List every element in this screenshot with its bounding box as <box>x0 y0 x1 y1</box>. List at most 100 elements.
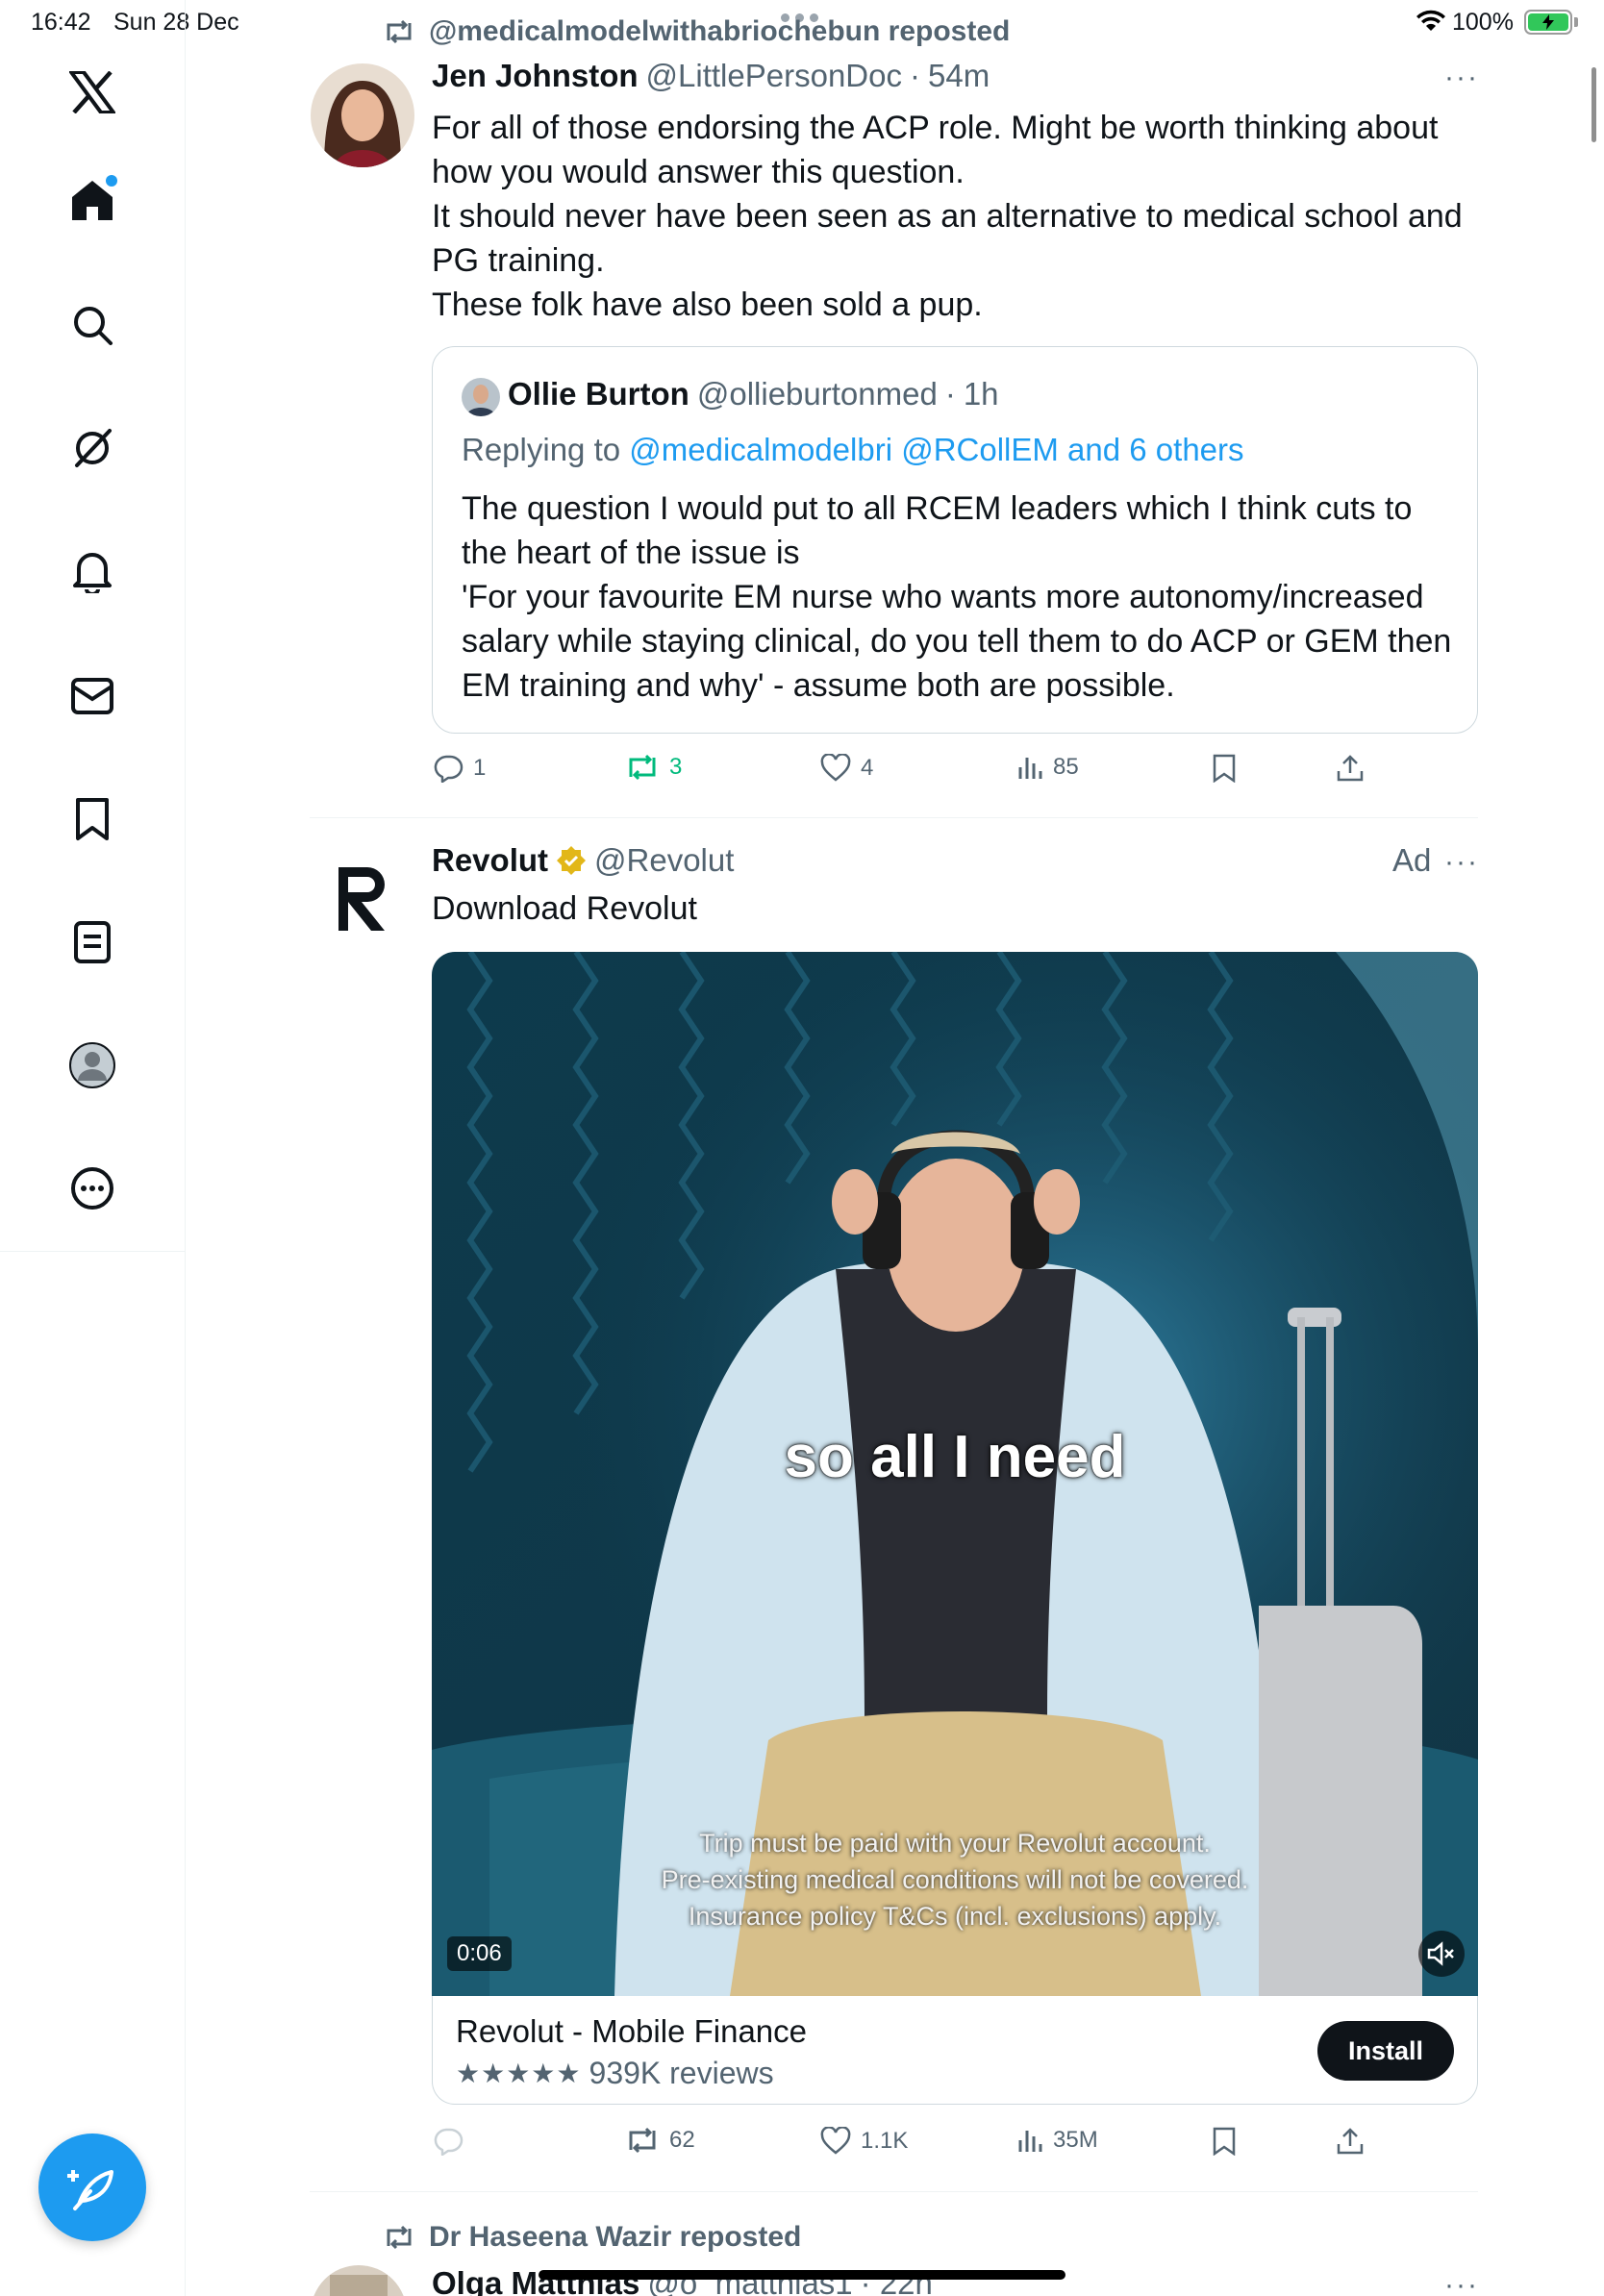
revolut-logo[interactable] <box>335 865 392 933</box>
app-root: 16:42 Sun 28 Dec 100% @medicalmodelwitha… <box>0 0 1604 2296</box>
quote-time: 1h <box>963 376 999 412</box>
sidebar-border <box>185 1252 186 2296</box>
bookmark-icon <box>1213 754 1236 783</box>
x-logo-icon[interactable] <box>58 58 127 127</box>
tweet-time[interactable]: 54m <box>928 58 990 94</box>
more-options-icon[interactable]: ··· <box>1444 846 1479 879</box>
bell-icon[interactable] <box>58 537 127 606</box>
bookmark-button[interactable] <box>1212 754 1237 783</box>
repost-by-text: Dr Haseena Wazir reposted <box>429 2221 802 2253</box>
reply-button[interactable]: 1 <box>433 754 486 783</box>
repost-icon <box>387 19 412 44</box>
quote-text: The question I would put to all RCEM lea… <box>462 487 1462 708</box>
tweet-line: how you would answer this question. <box>432 154 965 190</box>
quote-author-name: Ollie Burton <box>508 376 689 412</box>
repost-count: 3 <box>669 754 683 780</box>
tweet-line: It should never have been seen as an alt… <box>432 198 1463 235</box>
battery-percent: 100% <box>1452 9 1514 36</box>
replying-to: Replying to @medicalmodelbri @RCollEM an… <box>462 432 1244 468</box>
quote-tweet[interactable]: Ollie Burton @ollieburtonmed · 1h Replyi… <box>432 346 1478 734</box>
share-button[interactable] <box>1336 754 1365 783</box>
quote-avatar <box>462 378 500 416</box>
battery-nub <box>1574 17 1578 27</box>
bookmark-icon <box>1213 2127 1236 2156</box>
tweet-line: PG training. <box>432 242 605 279</box>
reply-icon <box>434 2128 464 2156</box>
bookmark-button[interactable] <box>1212 2127 1237 2156</box>
author-name[interactable]: Jen Johnston <box>432 58 639 94</box>
heart-icon <box>820 754 851 782</box>
disclaimer-line: Trip must be paid with your Revolut acco… <box>699 1829 1211 1858</box>
reply-icon <box>434 755 464 783</box>
verified-badge-icon <box>557 846 587 875</box>
share-button[interactable] <box>1336 2127 1365 2156</box>
bookmark-icon[interactable] <box>58 785 127 854</box>
app-title: Revolut - Mobile Finance <box>456 2013 807 2049</box>
replying-prefix: Replying to <box>462 432 630 467</box>
ad-label: Ad <box>1392 842 1432 878</box>
disclaimer-line: Pre-existing medical conditions will not… <box>661 1865 1249 1894</box>
notification-dot <box>106 175 117 187</box>
ad-video[interactable]: so all I need Trip must be paid with you… <box>432 952 1478 1996</box>
reply-count: 1 <box>473 755 487 781</box>
ad-header: Revolut @Revolut <box>432 842 734 879</box>
views-button[interactable]: 35M <box>1016 2127 1098 2154</box>
view-count: 35M <box>1053 2127 1098 2153</box>
avatar[interactable] <box>311 63 414 167</box>
quote-line: the heart of the issue is <box>462 535 800 571</box>
repost-context[interactable]: Dr Haseena Wazir reposted <box>383 2221 801 2254</box>
home-icon[interactable] <box>58 165 127 235</box>
quote-author-handle: @ollieburtonmed <box>696 376 938 412</box>
lists-icon[interactable] <box>58 908 127 977</box>
quote-line: EM training and why' - assume both are p… <box>462 667 1175 704</box>
replying-targets[interactable]: @medicalmodelbri @RCollEM and 6 others <box>629 432 1243 467</box>
app-card[interactable]: Revolut - Mobile Finance ★★★★★ 939K revi… <box>432 1996 1478 2105</box>
home-indicator[interactable] <box>539 2270 1065 2280</box>
repost-count: 62 <box>669 2127 695 2153</box>
review-count: 939K reviews <box>589 2056 774 2090</box>
views-button[interactable]: 85 <box>1016 754 1079 781</box>
repost-icon <box>387 2225 412 2250</box>
ad-author-name[interactable]: Revolut <box>432 842 548 879</box>
ad-text: Download Revolut <box>432 890 697 927</box>
quote-line: salary while staying clinical, do you te… <box>462 623 1452 660</box>
rating-stars: ★★★★★ <box>456 2059 582 2088</box>
search-icon[interactable] <box>58 290 127 360</box>
view-count: 85 <box>1053 754 1079 780</box>
views-icon <box>1018 2131 1042 2152</box>
reply-button[interactable] <box>433 2127 464 2156</box>
like-count: 4 <box>861 755 874 781</box>
wifi-icon <box>1416 10 1445 31</box>
app-rating: ★★★★★ 939K reviews <box>456 2056 774 2091</box>
mail-icon[interactable] <box>58 661 127 731</box>
tweet-divider <box>310 817 1478 818</box>
quote-line: The question I would put to all RCEM lea… <box>462 490 1413 527</box>
scrollbar-thumb[interactable] <box>1591 67 1596 142</box>
video-caption: so all I need <box>784 1424 1126 1490</box>
install-button[interactable]: Install <box>1317 2021 1454 2081</box>
views-icon <box>1018 758 1042 779</box>
quote-header: Ollie Burton @ollieburtonmed · 1h <box>508 376 999 412</box>
share-icon <box>1337 2128 1364 2155</box>
more-options-icon[interactable]: ··· <box>1444 2269 1479 2296</box>
more-circle-icon[interactable] <box>58 1154 127 1223</box>
separator-dot: · <box>944 376 956 412</box>
like-count: 1.1K <box>861 2128 909 2154</box>
avatar[interactable] <box>311 2265 407 2296</box>
more-options-icon[interactable]: ··· <box>1444 62 1479 94</box>
like-button[interactable]: 1.1K <box>820 2127 908 2156</box>
disclaimer-line: Insurance policy T&Cs (incl. exclusions)… <box>688 1902 1222 1931</box>
video-disclaimer: Trip must be paid with your Revolut acco… <box>432 1825 1478 1934</box>
compose-button[interactable] <box>38 2134 146 2241</box>
mute-button[interactable] <box>1418 1931 1465 1977</box>
profile-icon[interactable] <box>58 1031 127 1100</box>
author-handle[interactable]: @LittlePersonDoc <box>646 58 902 94</box>
grok-icon[interactable] <box>58 413 127 483</box>
repost-button[interactable]: 3 <box>625 754 682 781</box>
repost-icon <box>629 2127 656 2154</box>
ad-author-handle[interactable]: @Revolut <box>594 842 734 879</box>
sidebar-nav <box>0 0 186 1252</box>
repost-button[interactable]: 62 <box>625 2127 695 2154</box>
repost-context[interactable]: @medicalmodelwithabriochebun reposted <box>383 15 1010 48</box>
like-button[interactable]: 4 <box>820 754 873 783</box>
